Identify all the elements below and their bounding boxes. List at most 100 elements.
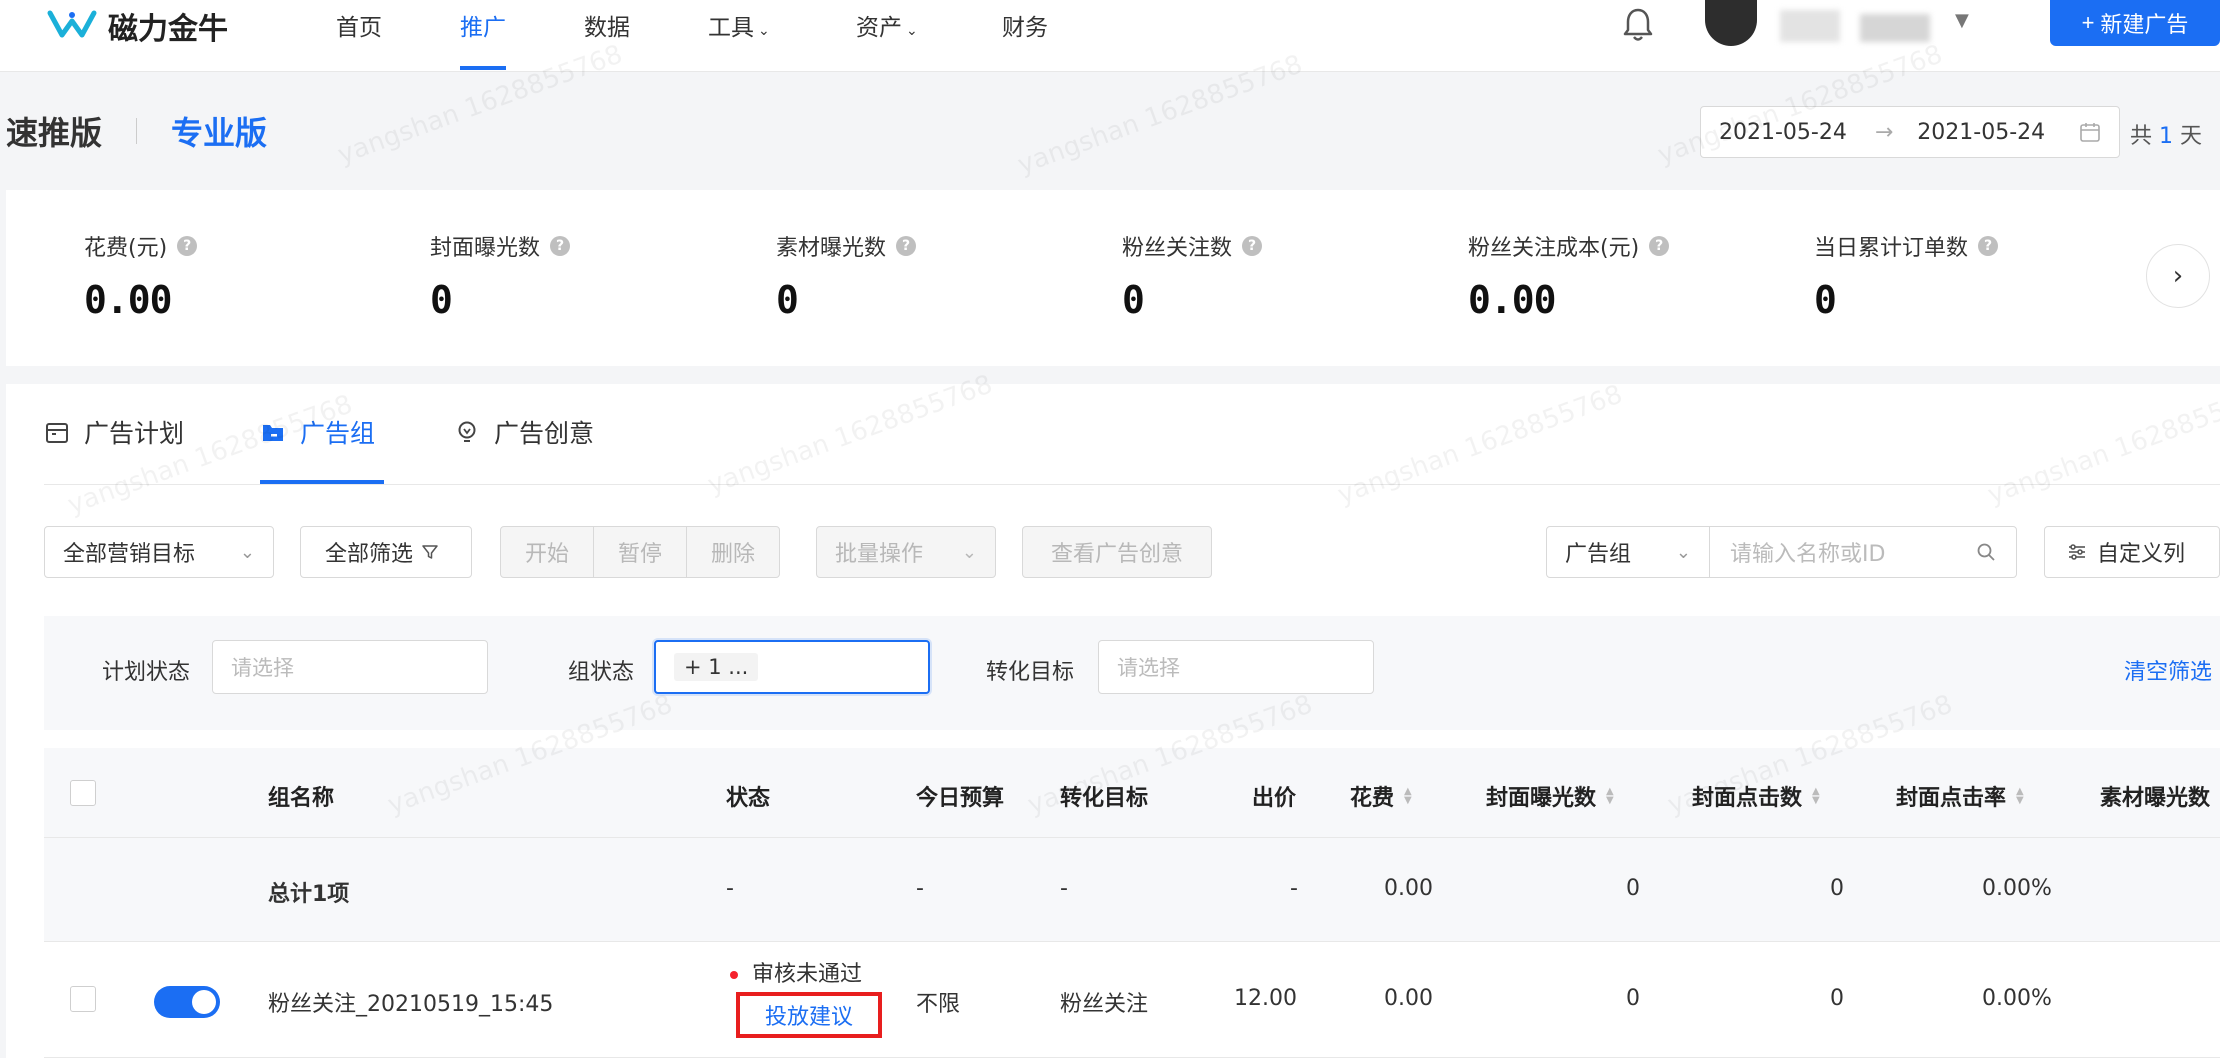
help-icon[interactable]: ?	[1242, 236, 1263, 256]
col-material-exposure: 素材曝光数	[2100, 786, 2211, 811]
total-label: 总计1项	[268, 882, 350, 907]
conversion-goal-label: 转化目标	[986, 660, 1075, 685]
col-conversion: 转化目标	[1060, 786, 1149, 811]
metrics-card: 花费(元)? 0.00 封面曝光数? 0 素材曝光数? 0 粉丝关注数? 0 粉…	[6, 190, 2220, 366]
row-cover-ctr: 0.00%	[1982, 986, 2052, 1011]
new-ad-button[interactable]: + 新建广告	[2050, 0, 2220, 46]
row-budget: 不限	[916, 992, 961, 1017]
top-nav: 磁力金牛 首页 推广 数据 工具 ⌄ 资产 ⌄ 财务 ▼ + 新建广告	[0, 0, 2220, 72]
col-cover-clicks[interactable]: 封面点击数 ▲ ▼	[1692, 780, 1820, 812]
help-icon[interactable]: ?	[896, 236, 917, 256]
nav-item-assets[interactable]: 资产 ⌄	[856, 8, 918, 42]
help-icon[interactable]: ?	[1649, 236, 1670, 256]
nav-item-promotion[interactable]: 推广	[460, 8, 506, 42]
delete-button[interactable]: 删除	[687, 527, 779, 577]
avatar[interactable]	[1705, 0, 1757, 46]
settings-sliders-icon	[2069, 544, 2085, 560]
metric-follower-cost: 粉丝关注成本(元)? 0.00	[1468, 230, 1670, 322]
row-enable-toggle[interactable]	[154, 986, 220, 1018]
select-all-checkbox[interactable]	[70, 780, 96, 806]
pause-button[interactable]: 暂停	[594, 527, 688, 577]
sort-icon[interactable]: ▲ ▼	[1606, 787, 1614, 806]
logo[interactable]: 磁力金牛	[46, 4, 228, 48]
plan-status-select[interactable]: 请选择	[212, 640, 488, 694]
col-status: 状态	[726, 786, 771, 811]
search-input[interactable]: 请输入名称或ID	[1709, 526, 2017, 578]
col-bid: 出价	[1252, 786, 1297, 811]
row-cost: 0.00	[1384, 986, 1433, 1011]
total-cost: 0.00	[1384, 876, 1433, 901]
chevron-down-icon: ⌄	[906, 23, 918, 39]
all-filters-button[interactable]: 全部筛选	[300, 526, 472, 578]
batch-ops-select[interactable]: 批量操作 ⌄	[816, 526, 996, 578]
tab-ad-plan[interactable]: 广告计划	[44, 414, 184, 450]
version-tab-quick[interactable]: 速推版	[6, 108, 102, 154]
sort-icon[interactable]: ▲ ▼	[1404, 787, 1412, 806]
group-status-label: 组状态	[568, 660, 635, 685]
row-cover-exposure: 0	[1626, 986, 1640, 1011]
search-scope-select[interactable]: 广告组 ⌄	[1546, 526, 1710, 578]
group-name[interactable]: 粉丝关注_20210519_15:45	[268, 986, 553, 1018]
caret-down-icon[interactable]: ▼	[1955, 10, 1969, 31]
row-checkbox[interactable]	[70, 986, 96, 1012]
metric-material-exposure: 素材曝光数? 0	[776, 230, 917, 322]
search-icon[interactable]	[1976, 542, 1996, 562]
table-row[interactable]: 粉丝关注_20210519_15:45 审核未通过 投放建议 不限 粉丝关注 1…	[44, 942, 2220, 1058]
nav-item-data[interactable]: 数据	[584, 8, 630, 42]
date-start[interactable]: 2021-05-24	[1719, 120, 1847, 145]
start-button[interactable]: 开始	[501, 527, 595, 577]
sort-icon[interactable]: ▲ ▼	[1812, 787, 1820, 806]
col-cover-exposure[interactable]: 封面曝光数 ▲ ▼	[1486, 780, 1614, 812]
view-creative-button[interactable]: 查看广告创意	[1022, 526, 1212, 578]
calendar-icon	[2080, 123, 2100, 142]
status-dot-icon	[730, 971, 738, 979]
toggle-knob	[192, 990, 216, 1014]
version-separator	[136, 118, 138, 144]
date-end[interactable]: 2021-05-24	[1917, 120, 2045, 145]
bulb-icon	[458, 421, 476, 442]
plan-status-label: 计划状态	[102, 660, 191, 685]
help-icon[interactable]: ?	[550, 236, 571, 256]
group-status-select[interactable]: + 1 ...	[654, 640, 930, 694]
metric-cost: 花费(元)? 0.00	[84, 230, 198, 322]
row-conversion: 粉丝关注	[1060, 992, 1149, 1017]
marketing-goal-select[interactable]: 全部营销目标 ⌄	[44, 526, 274, 578]
clear-filters-link[interactable]: 清空筛选	[2124, 654, 2212, 686]
total-status: -	[726, 876, 734, 901]
calendar-icon	[46, 423, 68, 443]
total-cover-exposure: 0	[1626, 876, 1640, 901]
date-range-picker[interactable]: 2021-05-24 → 2021-05-24	[1700, 106, 2120, 158]
filter-icon	[422, 545, 438, 559]
tab-ad-group[interactable]: 广告组	[260, 414, 375, 450]
nav-item-finance[interactable]: 财务	[1002, 8, 1048, 42]
total-conversion: -	[1060, 876, 1068, 901]
tab-ad-creative[interactable]: 广告创意	[454, 414, 594, 450]
metric-value: 0	[430, 278, 453, 322]
metrics-next-button[interactable]: ›	[2146, 244, 2210, 308]
chevron-down-icon: ⌄	[961, 541, 977, 563]
table-total-row: 总计1项 - - - - 0.00 0 0 0.00%	[44, 838, 2220, 942]
row-cover-clicks: 0	[1830, 986, 1844, 1011]
total-bid: -	[1290, 876, 1298, 901]
bell-icon[interactable]	[1620, 4, 1656, 44]
col-cost[interactable]: 花费 ▲ ▼	[1350, 780, 1412, 812]
conversion-goal-select[interactable]: 请选择	[1098, 640, 1374, 694]
delivery-advice-link[interactable]: 投放建议	[736, 992, 882, 1038]
divider	[44, 484, 2220, 485]
nav-item-tools[interactable]: 工具 ⌄	[708, 8, 770, 42]
col-cover-ctr[interactable]: 封面点击率 ▲ ▼	[1896, 780, 2024, 812]
version-tab-pro[interactable]: 专业版	[171, 108, 267, 154]
help-icon[interactable]: ?	[177, 236, 198, 256]
row-bid: 12.00	[1234, 986, 1297, 1011]
total-cover-clicks: 0	[1830, 876, 1844, 901]
custom-columns-button[interactable]: 自定义列	[2044, 526, 2220, 578]
plus-icon: +	[2081, 10, 2095, 35]
metric-value: 0.00	[84, 278, 173, 322]
help-icon[interactable]: ?	[1978, 236, 1999, 256]
main-panel: 广告计划 广告组 广告创意 全部营销目标 ⌄ 全部筛选 开始 暂停 删除 批量操…	[6, 384, 2220, 1058]
sort-icon[interactable]: ▲ ▼	[2016, 787, 2024, 806]
nav-item-home[interactable]: 首页	[336, 8, 382, 42]
chevron-down-icon: ⌄	[758, 23, 770, 39]
metric-daily-orders: 当日累计订单数? 0	[1814, 230, 1999, 322]
col-budget: 今日预算	[916, 786, 1005, 811]
